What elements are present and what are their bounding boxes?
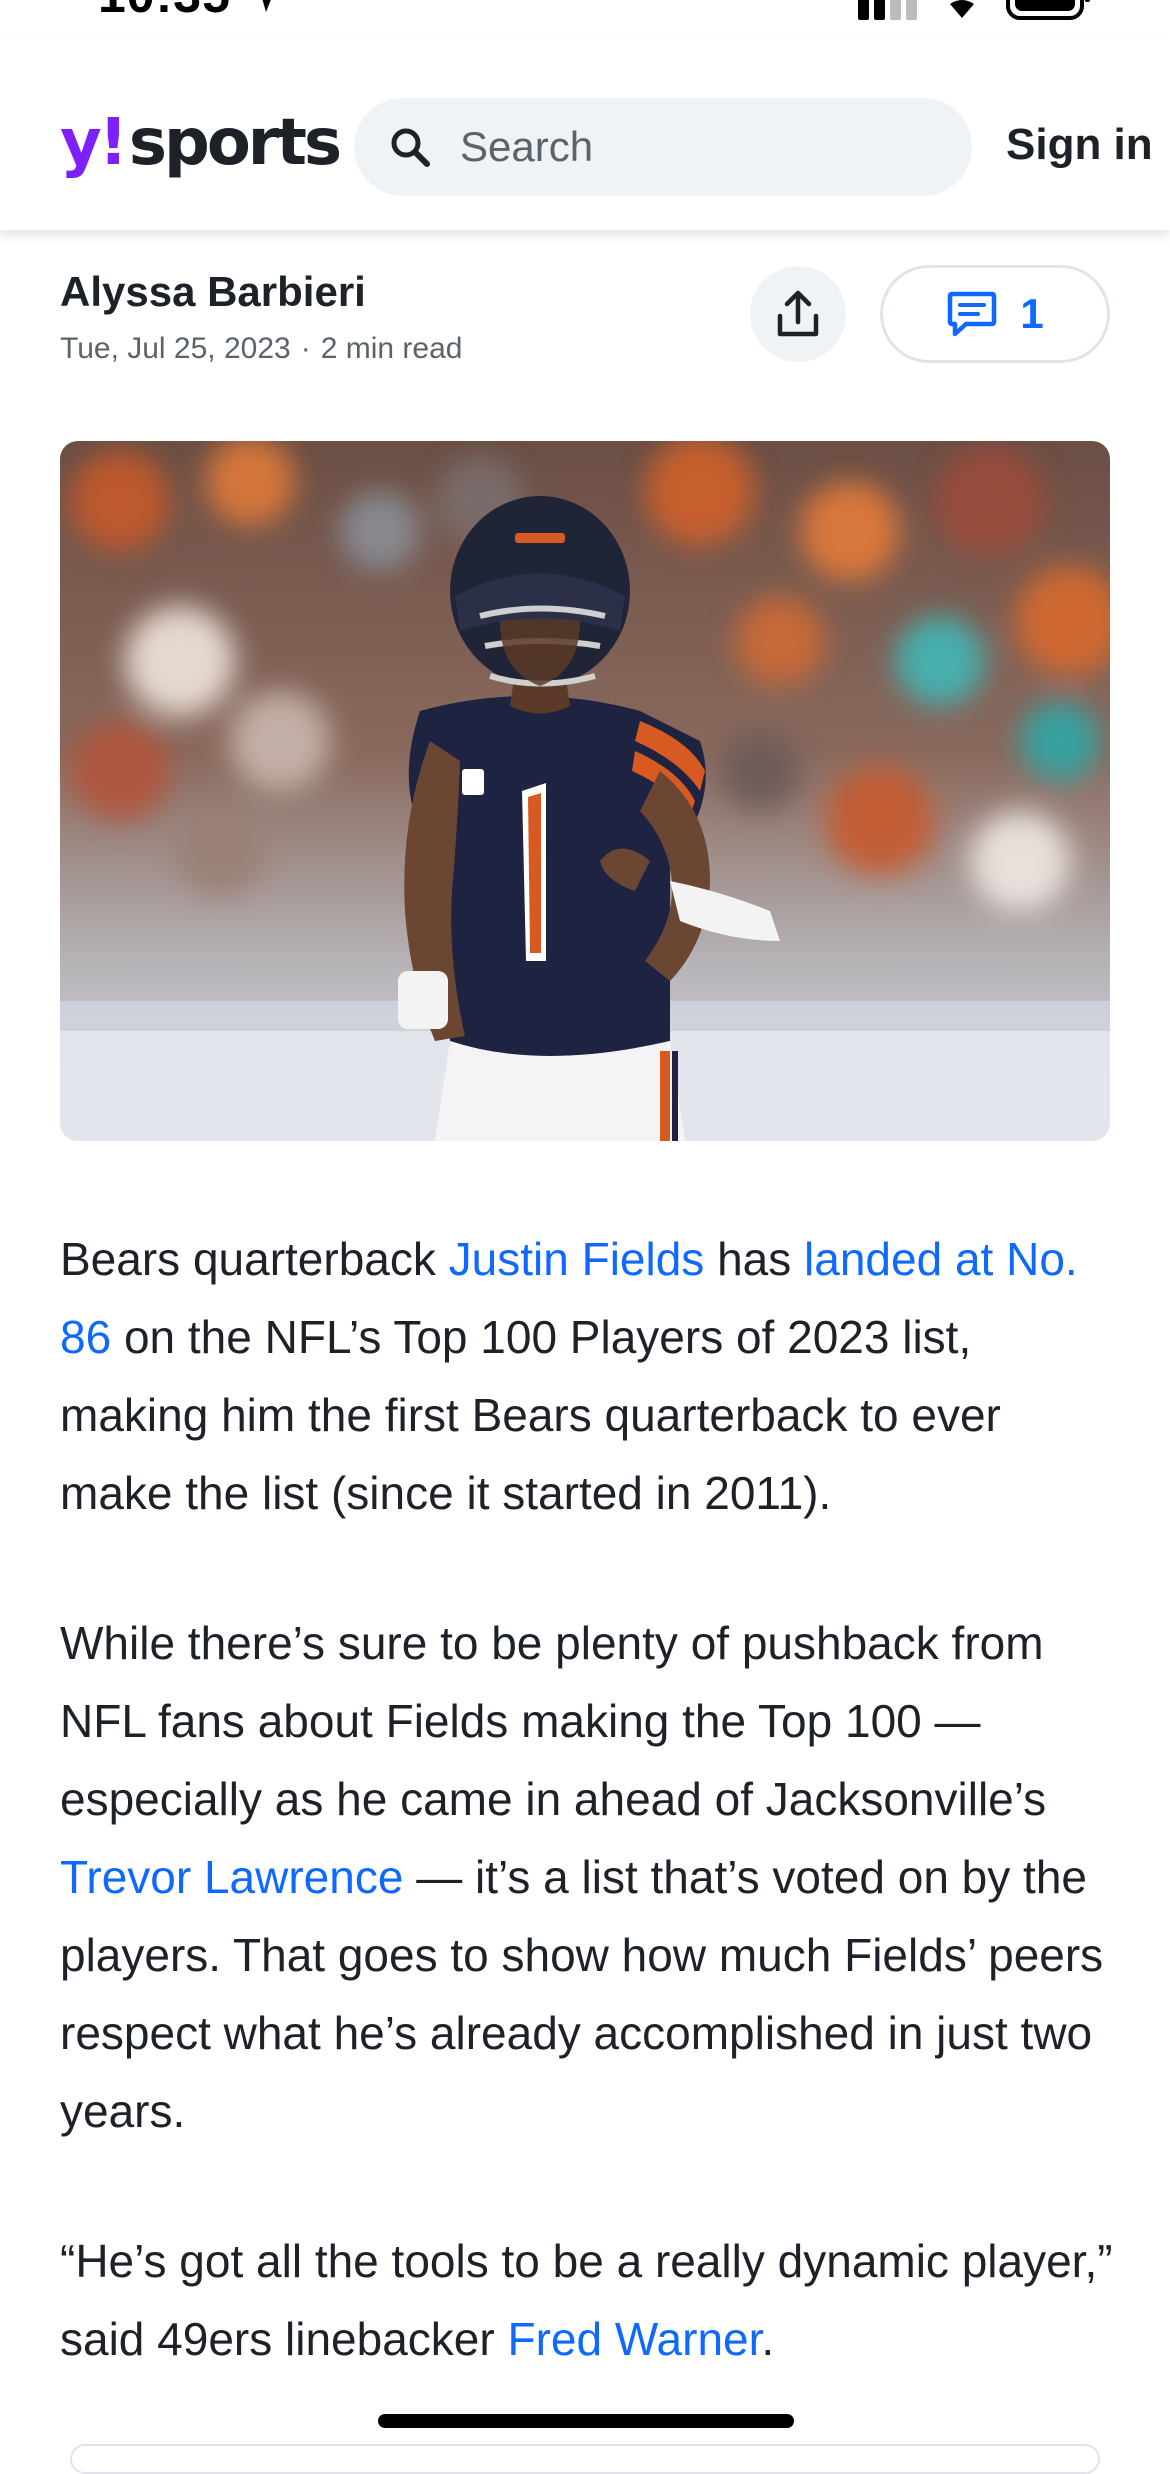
publish-date: Tue, Jul 25, 2023 [60,332,291,365]
hero-photo [60,441,1110,1141]
read-time: 2 min read [320,332,463,365]
sign-in-link[interactable]: Sign in [1006,120,1153,170]
logo-brand-text: sports [128,106,342,180]
author-name[interactable]: Alyssa Barbieri [60,268,462,316]
article-paragraph-2: While there’s sure to be plenty of pushb… [60,1604,1120,2150]
link-justin-fields[interactable]: Justin Fields [449,1233,705,1285]
article-byline: Alyssa Barbieri Tue, Jul 25, 2023 · 2 min … [60,268,462,366]
location-arrow-icon [262,0,271,12]
link-trevor-lawrence[interactable]: Trevor Lawrence [60,1851,403,1903]
logo-y: y [60,106,102,180]
search-input[interactable] [458,122,942,172]
article-paragraph-1: Bears quarterback Justin Fields has land… [60,1220,1120,1532]
share-button[interactable] [750,266,846,362]
comments-count: 1 [1020,290,1044,337]
wifi-icon [950,0,974,18]
status-time: 10:35 [98,0,231,24]
bottom-card-peek [70,2444,1100,2474]
hero-image[interactable] [60,441,1110,1141]
article-paragraph-3: “He’s got all the tools to be a really d… [60,2222,1120,2378]
paragraph-text: on the NFL’s Top 100 Players of 2023 lis… [60,1311,1001,1519]
comments-button[interactable]: 1 [880,265,1110,363]
paragraph-text: While there’s sure to be plenty of pushb… [60,1617,1047,1825]
battery-icon [1006,0,1090,20]
logo-exclamation: ! [98,106,128,180]
paragraph-text: has [704,1233,805,1285]
home-indicator[interactable] [378,2414,794,2428]
search-box[interactable] [354,98,972,196]
link-fred-warner[interactable]: Fred Warner [507,2313,761,2365]
paragraph-text: Bears quarterback [60,1233,449,1285]
comment-icon [948,291,997,337]
meta-separator: · [300,332,311,365]
article-body: Bears quarterback Justin Fields has land… [60,1220,1120,2450]
status-bar: 10:35 [0,0,1170,40]
paragraph-text: . [761,2313,775,2365]
cellular-signal-icon [858,0,917,20]
share-icon [777,290,819,337]
yahoo-sports-logo[interactable]: y ! sports [60,106,342,186]
article-meta: Tue, Jul 25, 2023 · 2 min read [60,332,462,366]
search-icon [391,128,430,167]
site-header: y ! sports Sign in [0,40,1170,230]
